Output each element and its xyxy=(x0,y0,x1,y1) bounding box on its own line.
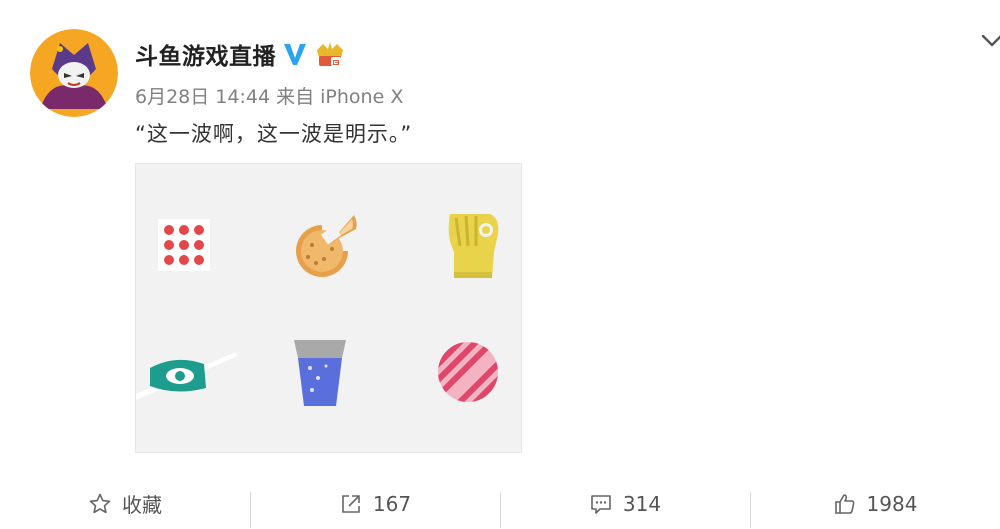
favorite-label: 收藏 xyxy=(122,493,162,517)
post-text: “这一波啊，这一波是明示。” xyxy=(135,122,413,146)
repost-count: 167 xyxy=(372,491,412,516)
star-icon xyxy=(89,493,111,513)
thumbs-up-icon xyxy=(834,493,854,514)
striped-ball-picture xyxy=(438,342,498,402)
dice-dots-picture xyxy=(158,219,210,271)
like-button[interactable]: 1984 xyxy=(750,484,1000,528)
like-count: 1984 xyxy=(866,491,918,516)
pie-picture xyxy=(296,215,357,277)
username-row: 斗鱼游戏直播 xyxy=(135,36,346,72)
comment-button[interactable]: 314 xyxy=(500,484,750,528)
repost-button[interactable]: 167 xyxy=(250,484,500,528)
favorite-button[interactable]: 收藏 xyxy=(0,484,250,524)
comment-count: 314 xyxy=(622,491,662,516)
avatar-image xyxy=(30,29,118,117)
weibo-post: 斗鱼游戏直播 6月28日 14:44 来自 iPhone X “这一波啊，这一波… xyxy=(0,0,1000,529)
post-image[interactable] xyxy=(135,163,522,453)
eye-picture xyxy=(136,352,238,400)
red-badge-icon[interactable] xyxy=(314,40,346,68)
verified-v-icon[interactable] xyxy=(282,41,308,67)
chevron-down-icon[interactable] xyxy=(981,30,1000,50)
yellow-glove-picture xyxy=(448,214,499,278)
username[interactable]: 斗鱼游戏直播 xyxy=(135,37,276,71)
post-meta: 6月28日 14:44 来自 iPhone X xyxy=(135,86,404,108)
avatar[interactable] xyxy=(30,29,118,117)
water-cup-picture xyxy=(294,340,346,406)
comment-icon xyxy=(591,494,611,514)
share-icon xyxy=(342,494,360,513)
action-bar: 收藏 167 314 1984 xyxy=(0,478,1000,529)
